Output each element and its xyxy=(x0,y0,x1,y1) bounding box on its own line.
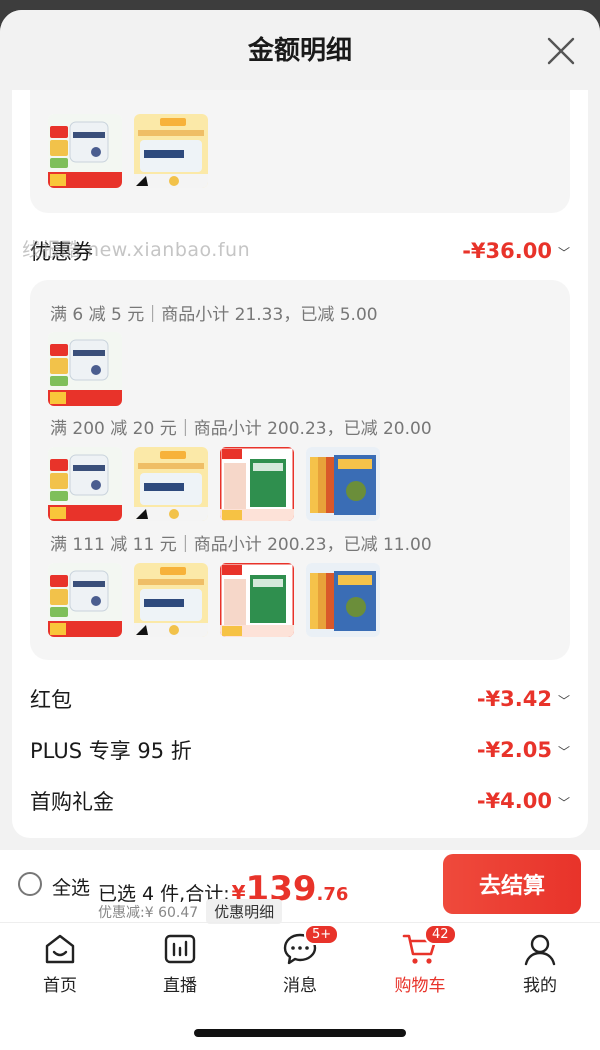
coupon-amount: -¥36.00 xyxy=(462,239,552,263)
amount-detail-sheet: 线报酷 new.xianbao.fun 优惠券 -¥36.00 ﹀ 满 6 减 … xyxy=(0,10,600,850)
product-thumb-milk-cup[interactable] xyxy=(48,563,122,637)
chevron-down-icon: ﹀ xyxy=(557,795,570,810)
plus-discount-amount: -¥2.05 xyxy=(476,738,552,762)
bottom-tab-bar: 首页 直播 5+ 消息 42 购物车 我的 xyxy=(0,922,600,1002)
coupon-group-thumbs-1 xyxy=(48,332,122,406)
close-button[interactable] xyxy=(544,34,578,68)
profile-icon xyxy=(524,934,556,966)
coupon-group-thumbs-3 xyxy=(48,563,380,637)
plus-discount-label: PLUS 专享 95 折 xyxy=(30,739,192,763)
watermark-text: 线报酷 new.xianbao.fun xyxy=(22,239,251,261)
first-purchase-amount: -¥4.00 xyxy=(476,789,552,813)
tab-live[interactable]: 直播 xyxy=(120,923,240,1002)
tab-home[interactable]: 首页 xyxy=(0,923,120,1002)
live-icon xyxy=(164,934,196,964)
product-thumb-milk-box[interactable] xyxy=(134,563,208,637)
cart-badge: 42 xyxy=(424,924,457,945)
tab-messages[interactable]: 5+ 消息 xyxy=(240,923,360,1002)
redpacket-amount: -¥3.42 xyxy=(476,687,552,711)
product-thumb-book-set[interactable] xyxy=(306,447,380,521)
home-icon xyxy=(45,934,75,964)
tab-label-profile: 我的 xyxy=(523,976,557,996)
product-thumb-milk-box[interactable] xyxy=(134,114,208,188)
close-icon xyxy=(547,37,575,65)
tab-label-cart: 购物车 xyxy=(394,976,446,996)
total-decimal: .76 xyxy=(316,884,349,905)
chevron-down-icon: ﹀ xyxy=(557,744,570,759)
first-purchase-label: 首购礼金 xyxy=(30,790,114,814)
chevron-down-icon: ﹀ xyxy=(557,245,570,260)
product-thumb-milk-box[interactable] xyxy=(134,447,208,521)
first-purchase-row[interactable]: 首购礼金 -¥4.00 ﹀ xyxy=(30,781,570,821)
plus-discount-value: -¥2.05 ﹀ xyxy=(477,738,570,762)
select-all-checkbox[interactable] xyxy=(18,872,42,896)
discount-summary: 优惠减:¥ 60.47 优惠明细 xyxy=(98,899,283,924)
coupon-value: -¥36.00 ﹀ xyxy=(462,239,570,263)
tab-profile[interactable]: 我的 xyxy=(480,923,600,1002)
tab-cart[interactable]: 42 购物车 xyxy=(360,923,480,1002)
amount-detail-panel: 线报酷 new.xianbao.fun 优惠券 -¥36.00 ﹀ 满 6 减 … xyxy=(12,70,588,838)
select-all-label[interactable]: 全选 xyxy=(52,873,90,900)
discount-detail-button[interactable]: 优惠明细 xyxy=(206,899,283,924)
product-thumb-milk-cup[interactable] xyxy=(48,114,122,188)
coupon-group-box-top xyxy=(30,70,570,213)
sheet-header: 金额明细 xyxy=(0,10,600,90)
redpacket-row[interactable]: 红包 -¥3.42 ﹀ xyxy=(30,679,570,719)
product-thumb-book-set[interactable] xyxy=(306,563,380,637)
messages-badge: 5+ xyxy=(304,924,340,945)
product-thumb-green-book[interactable] xyxy=(220,563,294,637)
product-thumb-green-book[interactable] xyxy=(220,447,294,521)
coupon-group-text-2: 满 200 减 20 元｜商品小计 200.23，已减 20.00 xyxy=(50,419,432,439)
coupon-group-text-1: 满 6 减 5 元｜商品小计 21.33，已减 5.00 xyxy=(50,305,378,325)
redpacket-value: -¥3.42 ﹀ xyxy=(477,687,570,711)
redpacket-label: 红包 xyxy=(30,688,72,712)
discount-amount: 优惠减:¥ 60.47 xyxy=(98,904,199,921)
chevron-down-icon: ﹀ xyxy=(557,693,570,708)
sheet-title: 金额明细 xyxy=(247,36,352,66)
coupon-group-text-3: 满 111 减 11 元｜商品小计 200.23，已减 11.00 xyxy=(50,535,432,555)
home-indicator xyxy=(194,1029,406,1037)
coupon-group-thumbs-2 xyxy=(48,447,380,521)
tab-label-home: 首页 xyxy=(43,976,77,996)
first-purchase-value: -¥4.00 ﹀ xyxy=(477,789,570,813)
product-thumb-milk-cup[interactable] xyxy=(48,447,122,521)
checkout-button[interactable]: 去结算 xyxy=(443,854,581,914)
product-thumbs-top xyxy=(48,114,208,188)
tab-label-live: 直播 xyxy=(163,976,197,996)
coupon-groups-box: 满 6 减 5 元｜商品小计 21.33，已减 5.00 满 200 减 20 … xyxy=(30,280,570,660)
plus-discount-row[interactable]: PLUS 专享 95 折 -¥2.05 ﹀ xyxy=(30,730,570,770)
product-thumb-milk-cup[interactable] xyxy=(48,332,122,406)
tab-label-messages: 消息 xyxy=(283,976,317,996)
